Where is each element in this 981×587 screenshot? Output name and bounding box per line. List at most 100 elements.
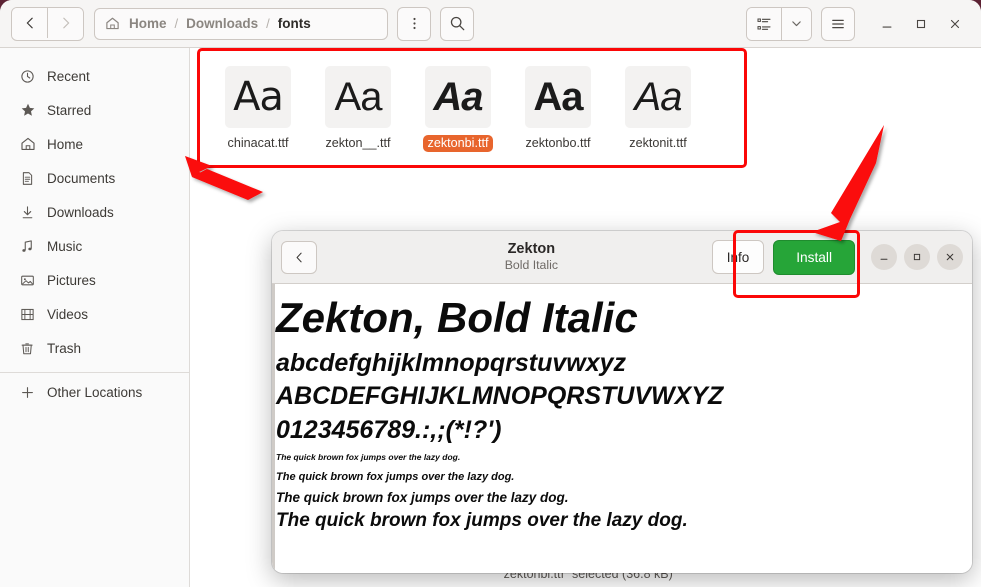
search-button[interactable] [440,6,474,41]
sidebar-item-label: Downloads [47,204,114,220]
image-icon [18,273,37,288]
view-mode-group [746,6,812,41]
star-icon [18,102,37,118]
sidebar-item-home[interactable]: Home [6,129,183,159]
back-button[interactable] [12,7,47,38]
close-icon [950,19,960,28]
file-item-zekton[interactable]: Aa zekton__.ttf [308,64,408,152]
font-viewer-window: Zekton Bold Italic Info Install Zekton, … [272,231,972,573]
sidebar-divider [0,372,189,373]
font-viewer-headerbar: Zekton Bold Italic Info Install [272,231,972,284]
font-viewer-title-block: Zekton Bold Italic [351,241,712,273]
install-button[interactable]: Install [773,239,855,275]
sidebar-item-pictures[interactable]: Pictures [6,265,183,295]
font-thumbnail: Aa [525,66,591,128]
sidebar-item-label: Trash [47,340,82,356]
file-manager-headerbar: Home / Downloads / fonts [0,0,981,48]
file-name-label: chinacat.ttf [227,136,289,150]
breadcrumb-separator: / [174,16,179,31]
file-item-zektonit[interactable]: Aa zektonit.ttf [608,64,708,152]
sidebar-item-documents[interactable]: Documents [6,163,183,193]
sidebar-item-label: Home [47,136,84,152]
breadcrumb-item-fonts[interactable]: fonts [276,16,313,31]
font-viewer-back-button[interactable] [281,240,317,274]
breadcrumb-item-downloads[interactable]: Downloads [184,16,260,31]
sidebar-item-recent[interactable]: Recent [6,61,183,91]
file-name-label: zektonbo.ttf [525,136,591,150]
sidebar-item-videos[interactable]: Videos [6,299,183,329]
preview-pangram-1: The quick brown fox jumps over the lazy … [276,451,461,462]
breadcrumb-separator: / [266,16,270,31]
navigation-button-group [11,6,84,41]
sidebar-item-label: Recent [47,68,90,84]
sidebar-item-label: Pictures [47,272,96,288]
path-menu-button[interactable] [397,6,431,41]
home-icon [105,16,120,31]
preview-heading: Zekton, Bold Italic [276,294,638,341]
font-thumbnail: Aa [625,66,691,128]
file-name-label: zekton__.ttf [325,136,391,150]
font-thumbnail-glyph: Aa [433,75,483,119]
font-thumbnail: Aa [425,66,491,128]
font-viewer-window-controls [871,244,963,270]
font-viewer-subtitle: Bold Italic [504,257,559,272]
preview-uppercase: ABCDEFGHIJKLMNOPQRSTUVWXYZ [276,381,724,410]
download-icon [18,205,37,220]
info-button[interactable]: Info [711,240,765,274]
sidebar: Recent Starred Home Documents Downloads [0,48,190,587]
chevron-down-icon [792,21,801,27]
font-thumbnail-glyph: Aa [533,75,583,119]
list-view-button[interactable] [747,7,781,40]
file-grid: Aa chinacat.ttf Aa zekton__.ttf Aa zekto… [200,54,716,162]
breadcrumb-item-home[interactable]: Home [127,16,169,31]
sidebar-item-label: Documents [47,170,116,186]
file-item-chinacat[interactable]: Aa chinacat.ttf [208,64,308,152]
music-note-icon [18,239,37,254]
font-preview-pane: Zekton, Bold Italic abcdefghijklmnopqrst… [272,284,972,573]
sidebar-item-music[interactable]: Music [6,231,183,261]
close-button[interactable] [939,8,971,40]
sidebar-item-label: Starred [47,102,92,118]
sidebar-item-trash[interactable]: Trash [6,333,183,363]
minimize-button[interactable] [871,244,897,270]
breadcrumb[interactable]: Home / Downloads / fonts [94,7,388,40]
list-view-icon [757,18,771,30]
font-thumbnail-glyph: Aa [634,75,683,119]
preview-numerals: 0123456789.:,;(*!?') [276,416,502,445]
file-item-zektonbo[interactable]: Aa zektonbo.ttf [508,64,608,152]
forward-button[interactable] [47,7,83,38]
file-item-zektonbi[interactable]: Aa zektonbi.ttf [408,64,508,152]
search-icon [450,16,464,31]
close-icon [946,253,954,261]
sidebar-item-other-locations[interactable]: Other Locations [6,377,183,407]
maximize-button[interactable] [905,8,937,40]
view-options-dropdown[interactable] [781,7,811,40]
film-icon [18,307,37,322]
main-menu-button[interactable] [821,6,855,41]
file-name-label: zektonbi.ttf [422,135,494,152]
hamburger-menu-icon [832,19,844,28]
maximize-button[interactable] [904,244,930,270]
file-name-label: zektonit.ttf [629,136,687,150]
preview-scrollbar[interactable] [272,284,275,573]
font-thumbnail: Aa [225,66,291,128]
sidebar-item-label: Videos [47,306,89,322]
preview-lowercase: abcdefghijklmnopqrstuvwxyz [276,348,627,377]
minimize-icon [880,258,888,260]
sidebar-item-starred[interactable]: Starred [6,95,183,125]
minimize-icon [882,26,892,28]
chevron-left-icon [296,252,302,262]
sidebar-item-downloads[interactable]: Downloads [6,197,183,227]
preview-pangram-4: The quick brown fox jumps over the lazy … [276,510,688,532]
maximize-icon [913,253,921,261]
maximize-icon [916,19,926,28]
minimize-button[interactable] [871,8,903,40]
close-button[interactable] [937,244,963,270]
plus-icon [18,385,37,400]
three-dots-vertical-icon [412,17,416,30]
preview-pangram-3: The quick brown fox jumps over the lazy … [276,489,569,505]
trash-icon [18,341,37,356]
font-thumbnail: Aa [325,66,391,128]
font-preview-content: Zekton, Bold Italic abcdefghijklmnopqrst… [272,284,972,534]
clock-icon [18,69,37,84]
